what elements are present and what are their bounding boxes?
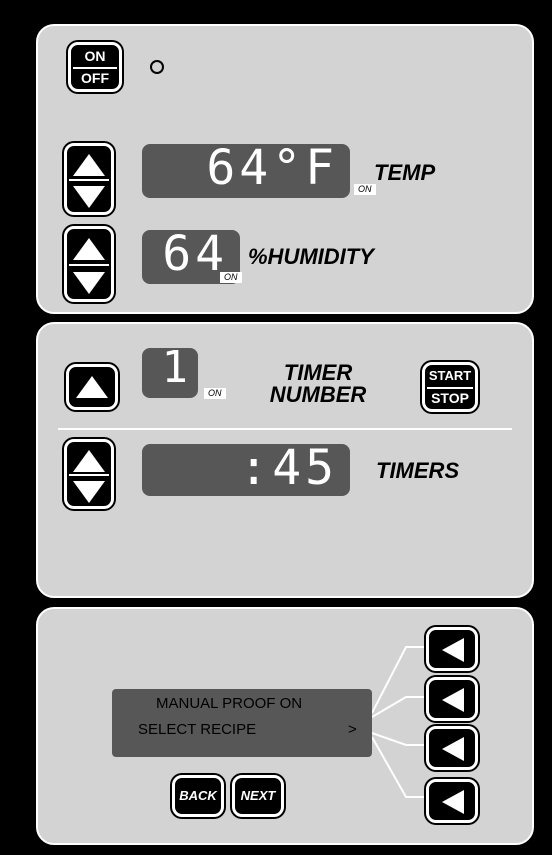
back-label: BACK bbox=[179, 788, 217, 803]
menu-line1: MANUAL PROOF ON bbox=[156, 695, 303, 712]
timers-label: TIMERS bbox=[376, 458, 460, 483]
humidity-value: 64 bbox=[162, 226, 228, 282]
arrow-left-icon bbox=[442, 790, 464, 814]
on-off-button[interactable]: ON OFF bbox=[68, 42, 122, 92]
timer-number-label: TIMER NUMBER bbox=[248, 362, 388, 406]
arrow-up-icon bbox=[73, 450, 105, 472]
arrow-left-icon bbox=[442, 688, 464, 712]
timer-number-up-button[interactable] bbox=[66, 364, 118, 410]
temp-display: 64°F bbox=[142, 140, 350, 198]
arrow-up-icon bbox=[73, 238, 105, 260]
next-label: NEXT bbox=[240, 788, 276, 803]
temp-up-down-button[interactable] bbox=[64, 143, 114, 215]
power-indicator-led bbox=[150, 60, 164, 74]
menu-lcd: MANUAL PROOF ON SELECT RECIPE > bbox=[112, 689, 372, 757]
back-button[interactable]: BACK bbox=[172, 775, 224, 817]
humidity-on-badge: ON bbox=[220, 272, 242, 283]
softkey-2-button[interactable] bbox=[426, 677, 478, 721]
softkey-1-button[interactable] bbox=[426, 627, 478, 671]
arrow-up-icon bbox=[76, 376, 108, 398]
temp-on-badge: ON bbox=[354, 184, 376, 195]
arrow-down-icon bbox=[73, 186, 105, 208]
timer-number-value: 1 bbox=[161, 342, 192, 393]
timers-value: :45 bbox=[239, 440, 338, 496]
arrow-left-icon bbox=[442, 638, 464, 662]
arrow-left-icon bbox=[442, 737, 464, 761]
arrow-down-icon bbox=[73, 272, 105, 294]
timers-display: :45 bbox=[142, 440, 350, 496]
humidity-up-down-button[interactable] bbox=[64, 226, 114, 302]
timers-up-down-button[interactable] bbox=[64, 439, 114, 509]
climate-panel: ON OFF 64°F ON TEMP 64 ON %HUMIDITY bbox=[36, 24, 534, 314]
menu-line2-arrow: > bbox=[348, 721, 357, 738]
softkey-3-button[interactable] bbox=[426, 726, 478, 770]
timer-divider bbox=[58, 428, 512, 430]
timer-panel: 1 ON TIMER NUMBER START STOP :45 TIMERS bbox=[36, 322, 534, 598]
softkey-4-button[interactable] bbox=[426, 779, 478, 823]
arrow-down-icon bbox=[73, 481, 105, 503]
timer-label-line1: TIMER bbox=[283, 360, 353, 385]
start-stop-button[interactable]: START STOP bbox=[422, 362, 478, 412]
temp-value: 64°F bbox=[206, 140, 338, 196]
start-label: START bbox=[428, 368, 472, 383]
next-button[interactable]: NEXT bbox=[232, 775, 284, 817]
humidity-label: %HUMIDITY bbox=[248, 244, 374, 269]
off-label: OFF bbox=[81, 70, 109, 86]
timer-label-line2: NUMBER bbox=[269, 382, 367, 407]
arrow-up-icon bbox=[73, 154, 105, 176]
temp-label: TEMP bbox=[374, 160, 436, 185]
timer-on-badge: ON bbox=[204, 388, 226, 399]
timer-number-display: 1 bbox=[142, 342, 198, 398]
menu-line2: SELECT RECIPE bbox=[138, 721, 257, 738]
menu-panel: MANUAL PROOF ON SELECT RECIPE > BACK NEX… bbox=[36, 607, 534, 845]
stop-label: STOP bbox=[431, 390, 469, 406]
on-label: ON bbox=[84, 48, 106, 64]
